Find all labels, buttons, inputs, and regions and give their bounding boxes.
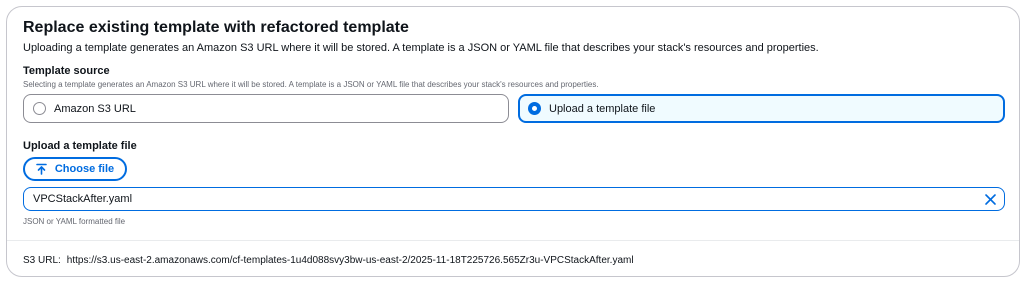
radio-unchecked-icon[interactable] bbox=[33, 102, 46, 115]
radio-label: Upload a template file bbox=[549, 102, 656, 115]
selected-file-name: VPCStackAfter.yaml bbox=[33, 193, 133, 205]
radio-upload-template-file[interactable]: Upload a template file bbox=[518, 94, 1005, 123]
s3-url-value: https://s3.us-east-2.amazonaws.com/cf-te… bbox=[66, 255, 634, 266]
selected-file-field[interactable]: VPCStackAfter.yaml bbox=[23, 187, 1005, 211]
s3-url-label: S3 URL: bbox=[23, 255, 61, 266]
choose-file-label: Choose file bbox=[54, 163, 115, 175]
template-source-description: Selecting a template generates an Amazon… bbox=[23, 80, 599, 89]
radio-label: Amazon S3 URL bbox=[54, 102, 136, 115]
s3-url-row: S3 URL: https://s3.us-east-2.amazonaws.co… bbox=[23, 255, 634, 266]
radio-checked-icon[interactable] bbox=[528, 102, 541, 115]
file-format-hint: JSON or YAML formatted file bbox=[23, 217, 126, 226]
divider bbox=[7, 240, 1019, 241]
upload-arrow-icon bbox=[36, 163, 47, 175]
choose-file-button[interactable]: Choose file bbox=[23, 157, 127, 181]
section-title: Replace existing template with refactore… bbox=[23, 19, 409, 36]
radio-amazon-s3-url[interactable]: Amazon S3 URL bbox=[23, 94, 509, 123]
template-source-label: Template source bbox=[23, 65, 110, 77]
template-panel: Replace existing template with refactore… bbox=[6, 6, 1020, 277]
section-description: Uploading a template generates an Amazon… bbox=[23, 42, 819, 54]
close-icon[interactable] bbox=[984, 193, 997, 206]
upload-label: Upload a template file bbox=[23, 140, 137, 152]
